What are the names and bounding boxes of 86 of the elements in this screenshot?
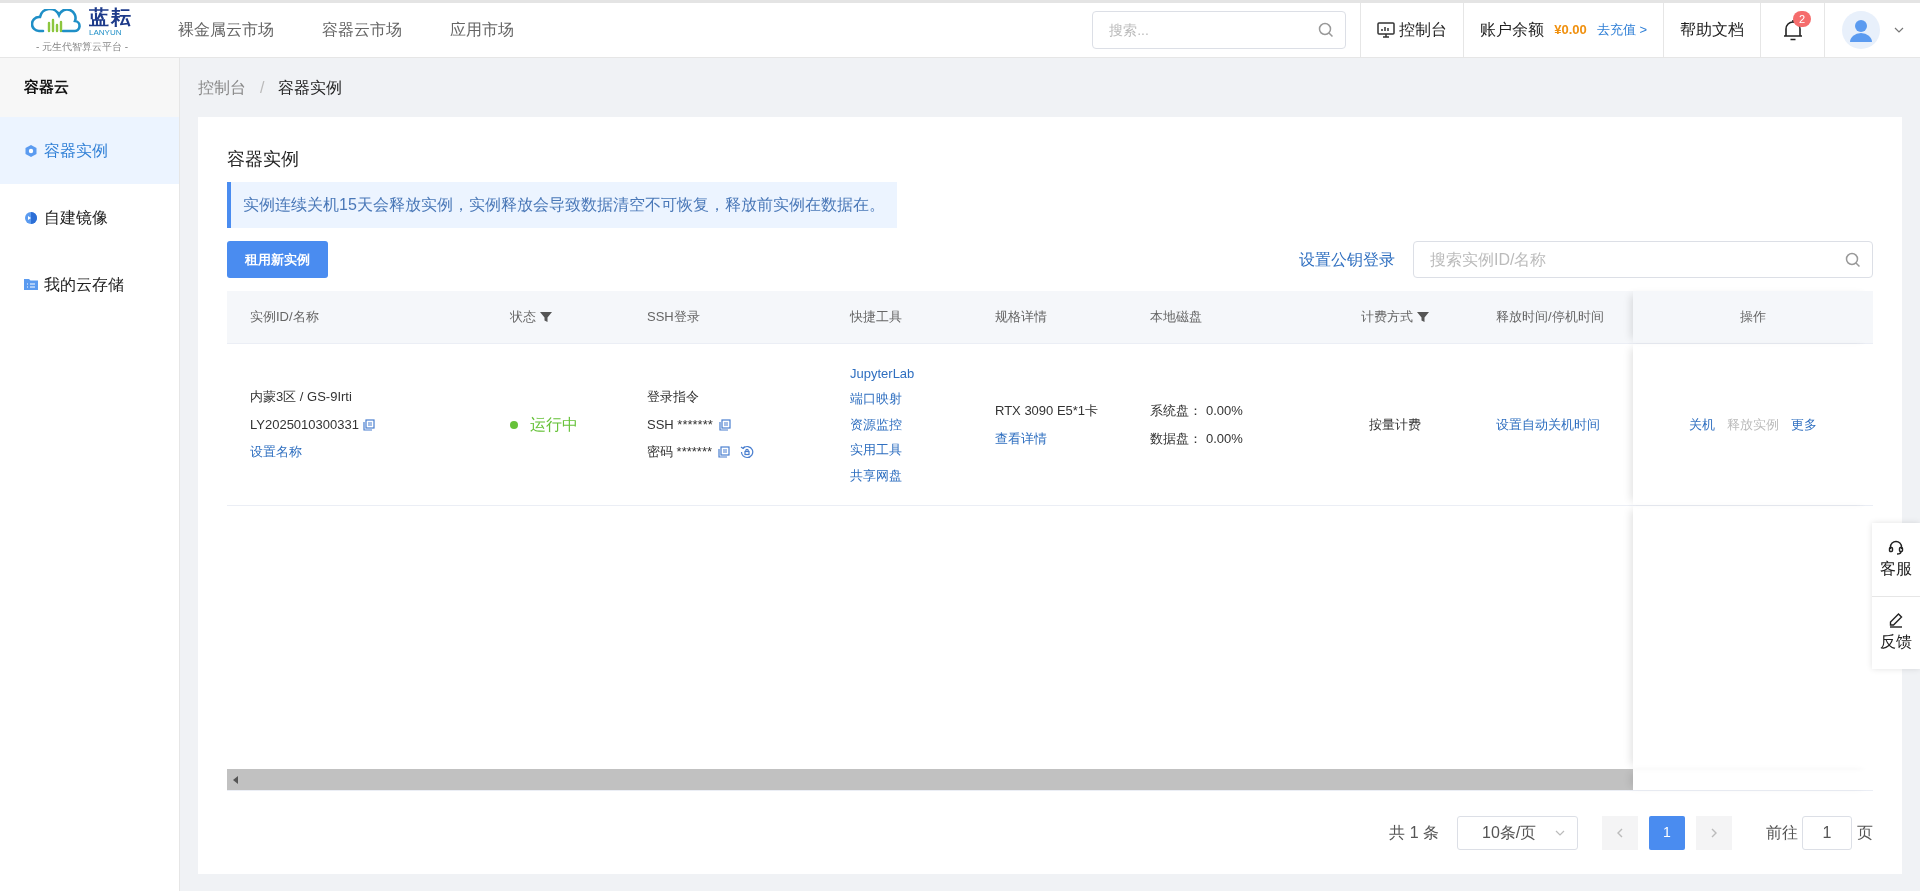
instance-id: LY2025010300331 [250, 415, 359, 434]
disk-label: 数据盘： [1150, 429, 1202, 448]
key-login-link[interactable]: 设置公钥登录 [1299, 247, 1395, 272]
avatar-icon[interactable] [1841, 11, 1880, 49]
console-link[interactable]: 控制台 [1360, 3, 1464, 57]
action-link[interactable]: 关机 [1688, 414, 1715, 435]
logo-icon [31, 8, 83, 35]
notification-badge: 2 [1793, 11, 1812, 27]
scroll-left-icon[interactable] [233, 775, 239, 784]
nav-link[interactable]: 应用市场 [450, 18, 514, 42]
page-unit: 页 [1857, 822, 1873, 843]
monitor-icon [1377, 22, 1396, 38]
spec-text: RTX 3090 E5*1卡 [995, 402, 1100, 420]
sidebar-item[interactable]: 自建镜像 [0, 184, 179, 251]
logo-subtitle: LANYUN [89, 28, 123, 37]
filter-icon[interactable] [540, 311, 552, 323]
tool-link[interactable]: 端口映射 [850, 389, 902, 409]
float-button[interactable]: 客服 [1872, 523, 1920, 596]
page-number-field[interactable]: 1 [1802, 815, 1852, 850]
sidebar-item[interactable]: 容器实例 [0, 117, 179, 184]
copy-icon[interactable] [718, 446, 731, 458]
hexagon-icon [24, 143, 38, 158]
column-header: 操作 [1739, 308, 1766, 327]
headset-icon [1888, 538, 1904, 555]
half-circle-icon [24, 210, 38, 225]
rent-instance-button[interactable]: 租用新实例 [227, 241, 328, 278]
page-size-select[interactable]: 10条/页 [1457, 815, 1578, 850]
set-name-link[interactable]: 设置名称 [250, 442, 302, 462]
disk-usage: 0.00% [1206, 402, 1243, 420]
column-header: 释放时间/停机时间 [1496, 308, 1604, 327]
view-details-link[interactable]: 查看详情 [995, 428, 1047, 448]
instance-name: 内蒙3区 / GS-9Irti [250, 388, 353, 407]
ssh-label: 登录指令 [647, 388, 700, 407]
copy-icon[interactable] [718, 418, 731, 431]
ssh-password: 密码 ******* [647, 443, 713, 462]
help-docs-link[interactable]: 帮助文档 [1663, 3, 1760, 57]
column-filter-button[interactable]: 状态 [510, 307, 552, 327]
search-field[interactable]: 搜索... [1092, 11, 1347, 49]
tool-link[interactable]: JupyterLab [850, 363, 915, 384]
goto-label: 前往 [1766, 822, 1798, 843]
total-count: 共 1 条 [1389, 822, 1439, 843]
folder-icon [24, 278, 38, 291]
disk-label: 系统盘： [1150, 402, 1202, 420]
balance-label: 账户余额 [1480, 20, 1545, 40]
balance-amount: ¥0.00 [1554, 21, 1587, 40]
breadcrumb-item[interactable]: 控制台 [198, 75, 246, 100]
chevron-down-icon [1555, 829, 1565, 836]
copy-icon[interactable] [362, 418, 375, 431]
pen-icon [1888, 612, 1904, 628]
column-header: 本地磁盘 [1150, 308, 1202, 327]
column-header: 快捷工具 [850, 308, 902, 327]
logo-title: 蓝耘 [89, 6, 133, 27]
notice-banner: 实例连续关机15天会释放实例，实例释放会导致数据清空不可恢复，释放前实例在数据在。 [227, 182, 897, 228]
breadcrumb-separator: / [260, 77, 265, 98]
search-icon [1845, 252, 1861, 268]
float-button[interactable]: 反馈 [1872, 596, 1920, 669]
chevron-left-icon [1617, 827, 1623, 838]
column-header: 实例ID/名称 [250, 308, 319, 327]
chevron-right-icon [1711, 827, 1717, 838]
filter-icon[interactable] [1417, 311, 1429, 323]
action-link[interactable]: 更多 [1790, 414, 1817, 435]
search-icon [1318, 22, 1335, 38]
nav-link[interactable]: 裸金属云市场 [178, 18, 274, 42]
status-text: 运行中 [530, 414, 578, 435]
nav-link[interactable]: 容器云市场 [322, 18, 402, 42]
instance-search-field[interactable]: 搜索实例ID/名称 [1413, 241, 1873, 278]
disk-usage: 0.00% [1206, 429, 1243, 448]
tool-link[interactable]: 资源监控 [850, 414, 902, 435]
breadcrumb-item: 容器实例 [278, 77, 343, 98]
column-header: 规格详情 [995, 308, 1047, 327]
tool-link[interactable]: 共享网盘 [850, 465, 902, 486]
auto-shutdown-link[interactable]: 设置自动关机时间 [1496, 414, 1600, 435]
column-header: SSH登录 [647, 308, 700, 327]
chevron-down-icon[interactable] [1893, 27, 1904, 33]
ssh-command: SSH ******* [647, 415, 713, 434]
column-filter-button[interactable]: 计费方式 [1361, 307, 1429, 327]
billing-text: 按量计费 [1369, 415, 1421, 434]
sidebar-title: 容器云 [24, 77, 69, 98]
reset-icon[interactable] [740, 445, 755, 459]
page-button[interactable]: 1 [1649, 815, 1685, 850]
tool-link[interactable]: 实用工具 [850, 440, 902, 460]
horizontal-scrollbar[interactable] [227, 769, 1633, 790]
logo-slogan: - 元生代智算云平台 - [35, 39, 129, 54]
recharge-link[interactable]: 去充值 > [1596, 20, 1647, 40]
sidebar-item[interactable]: 我的云存储 [0, 251, 179, 318]
card-title: 容器实例 [227, 148, 300, 171]
